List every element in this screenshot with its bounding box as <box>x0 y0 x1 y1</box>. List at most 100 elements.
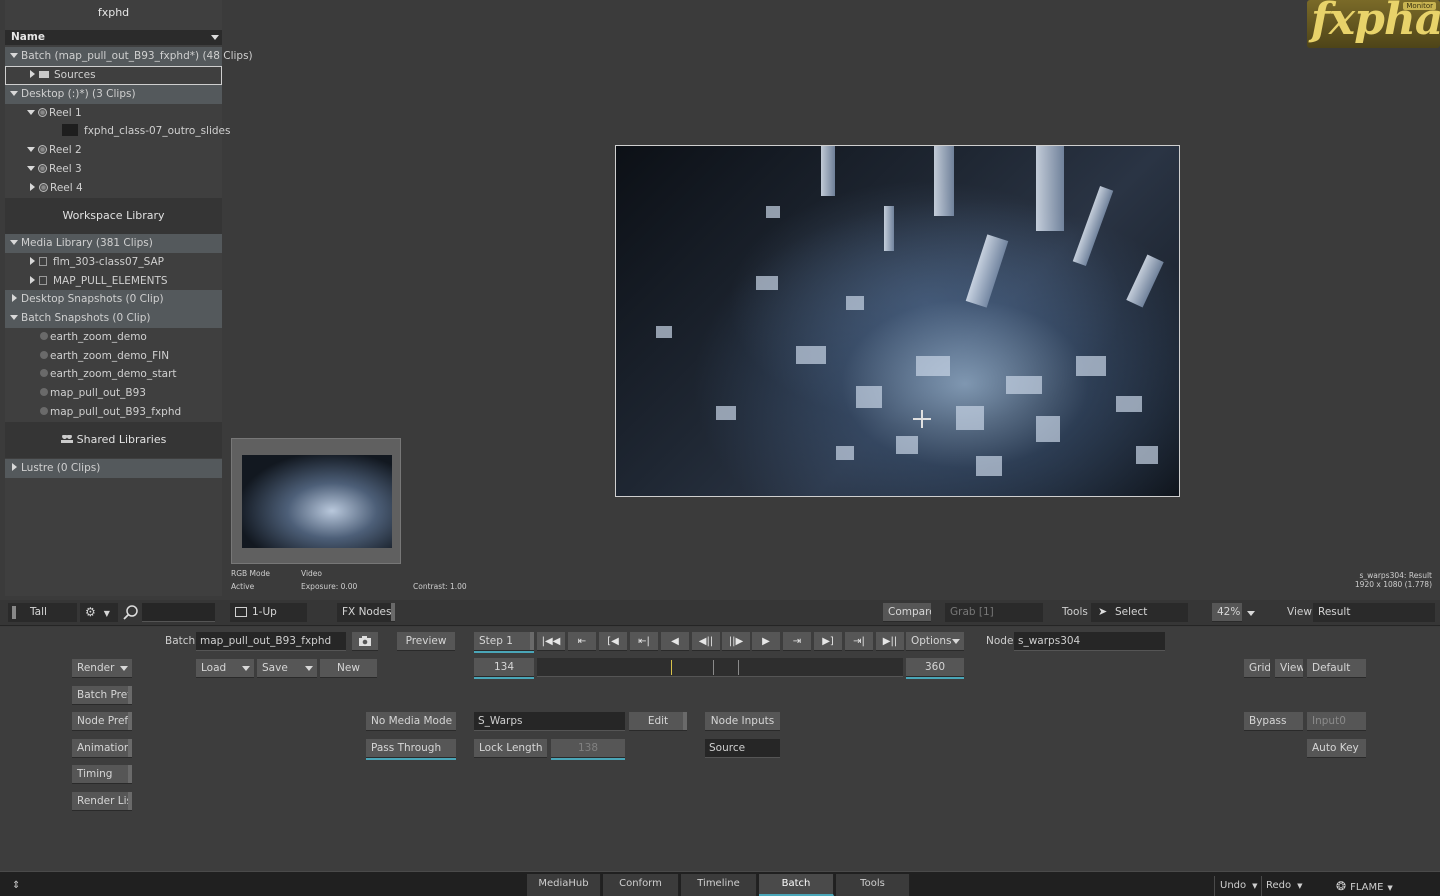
library-row-desktop-snapshots[interactable]: Desktop Snapshots (0 Clip) <box>5 290 222 309</box>
auto-key-button[interactable]: Auto Key <box>1307 739 1366 758</box>
step-back-icon[interactable]: ◀|| <box>692 632 720 651</box>
collapse-icon[interactable] <box>12 463 17 471</box>
end-frame-field[interactable]: 360 <box>906 658 964 677</box>
tall-button[interactable]: Tall <box>8 603 77 622</box>
animation-button[interactable]: Animation <box>72 739 132 758</box>
library-row-snapshot[interactable]: earth_zoom_demo <box>5 328 222 347</box>
new-button[interactable]: New <box>320 659 377 678</box>
library-row-desktop[interactable]: Desktop (:)*) (3 Clips) <box>5 85 222 104</box>
settings-button[interactable]: ⚙ ▼ <box>80 603 118 622</box>
thumbnail-preview[interactable] <box>231 438 401 564</box>
expand-icon[interactable] <box>10 53 18 58</box>
node-inputs-button[interactable]: Node Inputs <box>705 712 780 731</box>
source-field[interactable]: Source <box>705 739 780 758</box>
compare-button[interactable]: Compare <box>883 603 931 622</box>
expand-icon[interactable] <box>10 91 18 96</box>
step-forward-icon[interactable]: ||▶ <box>722 632 750 651</box>
timeline-scrubber[interactable] <box>537 658 903 677</box>
default-button[interactable]: Default <box>1307 659 1366 678</box>
bypass-button[interactable]: Bypass <box>1244 712 1303 731</box>
library-row-snapshot[interactable]: map_pull_out_B93 <box>5 384 222 403</box>
fx-nodes-button[interactable]: FX Nodes <box>337 603 395 622</box>
collapse-icon[interactable] <box>30 70 35 78</box>
prev-keyframe-icon[interactable]: ⇤ <box>568 632 596 651</box>
edit-button[interactable]: Edit <box>629 712 687 731</box>
flame-menu[interactable]: ❂ FLAME ▼ <box>1336 876 1436 896</box>
shared-libraries-header[interactable]: Shared Libraries <box>5 422 222 458</box>
expand-panel-icon[interactable]: ⇕ <box>12 880 20 891</box>
start-frame-field[interactable]: 134 <box>474 658 534 677</box>
view-button[interactable]: View <box>1275 659 1303 678</box>
library-row-batch-snapshots[interactable]: Batch Snapshots (0 Clip) <box>5 309 222 328</box>
library-row-folder[interactable]: flm_303-class07_SAP <box>5 253 222 272</box>
tab-timeline[interactable]: Timeline <box>681 874 757 896</box>
batch-prefs-button[interactable]: Batch Prefs <box>72 686 132 705</box>
batch-name-field[interactable]: map_pull_out_B93_fxphd <box>196 632 346 651</box>
library-row-folder[interactable]: MAP_PULL_ELEMENTS <box>5 272 222 291</box>
tab-mediahub[interactable]: MediaHub <box>527 874 601 896</box>
library-row-lustre[interactable]: Lustre (0 Clips) <box>5 459 222 478</box>
view-mode-field[interactable]: Result <box>1313 603 1435 622</box>
preview-button[interactable]: Preview <box>397 632 455 651</box>
library-row-snapshot[interactable]: earth_zoom_demo_FIN <box>5 347 222 366</box>
expand-icon[interactable] <box>10 240 18 245</box>
redo-button[interactable]: Redo ▼ <box>1261 876 1306 896</box>
length-field[interactable]: 138 <box>551 739 625 758</box>
chevron-down-icon[interactable] <box>1244 603 1258 622</box>
tab-tools[interactable]: Tools <box>836 874 910 896</box>
tab-batch[interactable]: Batch <box>759 874 834 896</box>
library-row-reel-1[interactable]: Reel 1 <box>5 104 222 123</box>
undo-button[interactable]: Undo ▼ <box>1214 876 1259 896</box>
set-in-icon[interactable]: [◀ <box>599 632 627 651</box>
library-row-reel-4[interactable]: Reel 4 <box>5 179 222 198</box>
library-row-clip[interactable]: fxphd_class-07_outro_slides <box>5 122 230 141</box>
library-row-media-library[interactable]: Media Library (381 Clips) <box>5 234 222 253</box>
load-button[interactable]: Load <box>196 659 254 678</box>
go-to-in-icon[interactable]: ⇤| <box>630 632 658 651</box>
camera-button[interactable] <box>352 632 378 651</box>
go-to-out-icon[interactable]: ⇥| <box>845 632 873 651</box>
collapse-icon[interactable] <box>30 276 35 284</box>
set-out-icon[interactable]: ▶] <box>814 632 842 651</box>
expand-icon[interactable] <box>27 110 35 115</box>
expand-icon[interactable] <box>10 315 18 320</box>
go-to-end-icon[interactable]: ▶|| <box>876 632 904 651</box>
search-input[interactable] <box>142 603 215 622</box>
grab-button[interactable]: Grab [1] <box>945 603 1043 622</box>
expand-icon[interactable] <box>27 166 35 171</box>
options-dropdown[interactable]: Options <box>906 632 964 651</box>
render-button[interactable]: Render <box>72 659 132 678</box>
collapse-icon[interactable] <box>30 183 35 191</box>
node-prefs-button[interactable]: Node Prefs <box>72 712 132 731</box>
viewer-image[interactable] <box>615 145 1180 497</box>
collapse-icon[interactable] <box>12 294 17 302</box>
library-row-snapshot[interactable]: map_pull_out_B93_fxphd <box>5 403 222 422</box>
zoom-field[interactable]: 42% <box>1212 603 1242 622</box>
input0-button[interactable]: Input0 <box>1307 712 1366 731</box>
collapse-icon[interactable] <box>30 257 35 265</box>
step-button[interactable]: Step 1 <box>474 632 534 651</box>
save-button[interactable]: Save <box>257 659 317 678</box>
library-row-snapshot[interactable]: earth_zoom_demo_start <box>5 365 222 384</box>
library-row-reel-2[interactable]: Reel 2 <box>5 141 222 160</box>
search-icon[interactable] <box>121 603 141 622</box>
library-row-reel-3[interactable]: Reel 3 <box>5 160 222 179</box>
grid-button[interactable]: Grid <box>1244 659 1270 678</box>
node-name-field[interactable]: s_warps304 <box>1014 632 1165 651</box>
go-to-start-icon[interactable]: |◀◀ <box>537 632 565 651</box>
timing-button[interactable]: Timing <box>72 765 132 784</box>
pass-through-button[interactable]: Pass Through <box>366 739 456 758</box>
workspace-library-header[interactable]: Workspace Library <box>5 198 222 234</box>
library-row-sources[interactable]: Sources <box>5 66 222 85</box>
play-reverse-icon[interactable]: ◀ <box>661 632 689 651</box>
play-icon[interactable]: ▶ <box>752 632 780 651</box>
render-list-button[interactable]: Render List <box>72 792 132 811</box>
expand-icon[interactable] <box>27 147 35 152</box>
tab-conform[interactable]: Conform <box>603 874 679 896</box>
node-type-field[interactable]: S_Warps <box>474 712 625 731</box>
next-keyframe-icon[interactable]: ⇥ <box>783 632 811 651</box>
lock-length-button[interactable]: Lock Length <box>474 739 547 758</box>
no-media-mode-button[interactable]: No Media Mode <box>366 712 456 731</box>
name-column-header[interactable]: Name <box>5 30 222 45</box>
library-row-batch[interactable]: Batch (map_pull_out_B93_fxphd*) (48 Clip… <box>5 47 253 66</box>
